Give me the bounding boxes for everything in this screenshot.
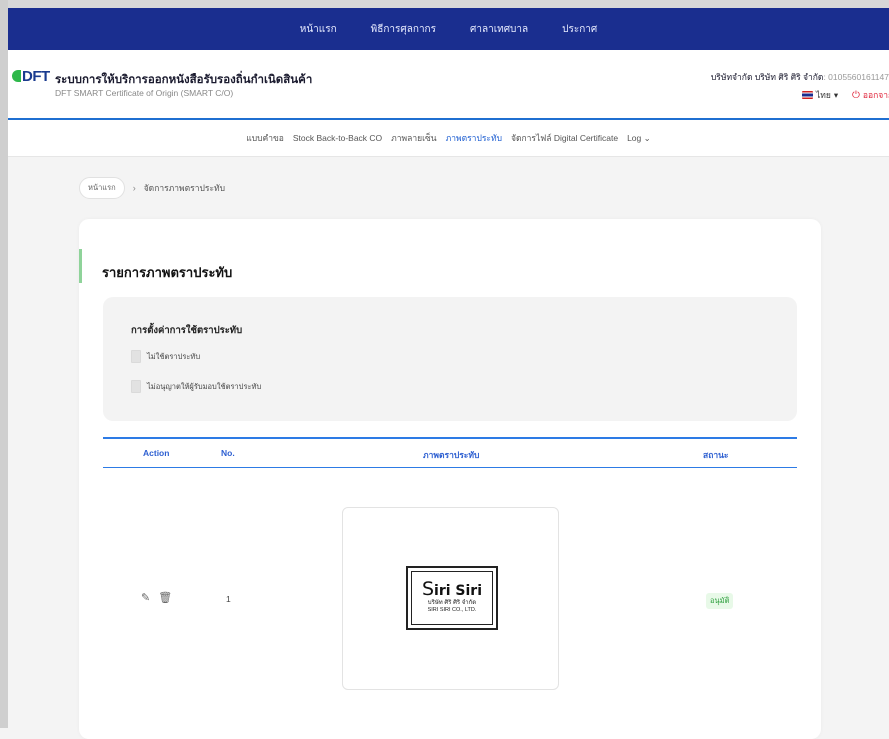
option-label: ไม่อนุญาตให้ผู้รับมอบใช้ตราประทับ (147, 381, 262, 391)
stamp-name-rest: iri Siri (434, 583, 483, 599)
subnav-item-stock-back-to-back[interactable]: Stock Back-to-Back CO (293, 133, 382, 143)
stamp-company-name: Siri Siri (422, 580, 483, 599)
topnav-item-home[interactable]: หน้าแรก (300, 22, 337, 37)
column-header-status: สถานะ (703, 450, 729, 460)
thai-flag-icon (802, 91, 813, 99)
title-accent-bar (79, 249, 82, 283)
language-label: ไทย (816, 90, 831, 100)
row-number: 1 (226, 594, 231, 604)
top-navigation: หน้าแรก พิธีการศุลกากร ศาลาเทศบาล ประกาศ (8, 8, 889, 50)
checkbox[interactable] (131, 350, 141, 363)
settings-title: การตั้งค่าการใช้ตราประทับ (131, 325, 243, 336)
stamp-initial: S (421, 578, 435, 600)
company-stamp-image: Siri Siri บริษัท ศิริ ศิริ จำกัด SIRI SI… (406, 566, 498, 630)
app-subtitle: DFT SMART Certificate of Origin (SMART C… (55, 88, 234, 98)
topnav-item-hall[interactable]: ศาลาเทศบาล (470, 22, 528, 37)
topnav-item-announcements[interactable]: ประกาศ (562, 22, 597, 37)
company-info: บริษัทจำกัด บริษัท ศิริ ศิริ จำกัด: 0105… (711, 70, 889, 84)
stamp-image-frame: Siri Siri บริษัท ศิริ ศิริ จำกัด SIRI SI… (342, 507, 559, 690)
stamp-english-text: SIRI SIRI CO., LTD. (427, 607, 477, 613)
subnav-item-signature[interactable]: ภาพลายเซ็น (391, 131, 436, 145)
breadcrumb-current: จัดการภาพตราประทับ (143, 183, 226, 193)
option-no-stamp[interactable]: ไม่ใช้ตราประทับ (131, 350, 200, 363)
subnav-item-log[interactable]: Log ⌄ (627, 133, 651, 144)
topnav-item-customs[interactable]: พิธีการศุลกากร (371, 22, 436, 37)
row-actions: ✎ 🗑 (141, 591, 172, 604)
page-title: รายการภาพตราประทับ (102, 265, 233, 280)
power-icon: ⏻ (852, 89, 860, 101)
option-disallow-delegate[interactable]: ไม่อนุญาตให้ผู้รับมอบใช้ตราประทับ (131, 380, 261, 393)
language-selector[interactable]: ไทย ▾ (802, 88, 838, 102)
trash-icon[interactable]: 🗑 (158, 591, 172, 604)
table-header: Action No. ภาพตราประทับ สถานะ (103, 437, 797, 468)
column-header-stamp: ภาพตราประทับ (423, 450, 480, 460)
app-title: ระบบการให้บริการออกหนังสือรับรองถิ่นกำเน… (55, 74, 313, 86)
window-frame-left (0, 0, 8, 728)
logo-mark-icon (12, 70, 21, 82)
logout-button[interactable]: ⏻ ออกจากระบบ (852, 88, 889, 102)
column-header-no: No. (221, 448, 235, 458)
stamp-list-card: รายการภาพตราประทับ การตั้งค่าการใช้ตราปร… (79, 219, 821, 739)
checkbox[interactable] (131, 380, 141, 393)
logout-label: ออกจากระบบ (862, 90, 889, 100)
pencil-icon[interactable]: ✎ (141, 591, 150, 604)
chevron-right-icon: › (132, 183, 136, 193)
column-header-action: Action (143, 448, 170, 458)
chevron-down-icon: ⌄ (643, 132, 651, 143)
tax-id: : 0105560161147 (823, 72, 889, 82)
breadcrumb: หน้าแรก › จัดการภาพตราประทับ (79, 177, 225, 199)
subnav-item-stamp[interactable]: ภาพตราประทับ (446, 131, 502, 145)
dft-logo[interactable]: DFT (12, 68, 50, 85)
subnav-item-request-form[interactable]: แบบคำขอ (246, 131, 284, 145)
app-header: DFT ระบบการให้บริการออกหนังสือรับรองถิ่น… (8, 50, 889, 120)
breadcrumb-home[interactable]: หน้าแรก (79, 177, 125, 199)
stamp-thai-text: บริษัท ศิริ ศิริ จำกัด (427, 600, 477, 606)
status-badge: อนุมัติ (706, 593, 734, 609)
logo-text: DFT (22, 68, 50, 85)
window-frame-top (0, 0, 889, 8)
log-label: Log (627, 132, 642, 143)
stamp-settings-panel: การตั้งค่าการใช้ตราประทับ ไม่ใช้ตราประทั… (103, 297, 797, 421)
chevron-down-icon: ▾ (833, 89, 839, 100)
stamp-border: Siri Siri บริษัท ศิริ ศิริ จำกัด SIRI SI… (411, 571, 493, 625)
subnav-item-digital-certificate[interactable]: จัดการไฟล์ Digital Certificate (511, 131, 618, 145)
company-name: บริษัทจำกัด บริษัท ศิริ ศิริ จำกัด (710, 72, 824, 82)
sub-navigation: แบบคำขอ Stock Back-to-Back CO ภาพลายเซ็น… (8, 120, 889, 157)
option-label: ไม่ใช้ตราประทับ (147, 351, 201, 361)
